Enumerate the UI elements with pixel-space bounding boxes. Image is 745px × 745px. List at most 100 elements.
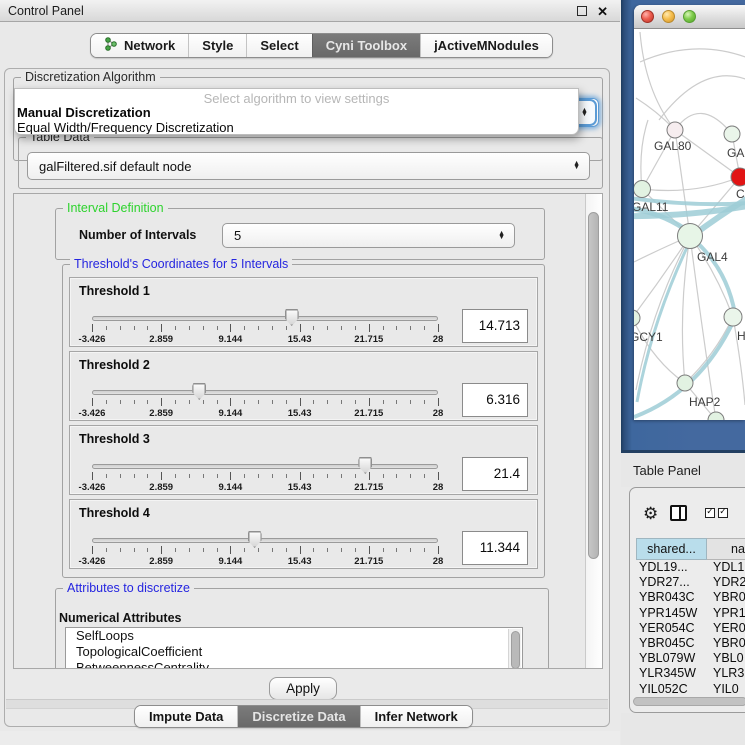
table-row[interactable]: YBR045C YBR0: [636, 636, 745, 651]
tab-infer-network[interactable]: Infer Network: [360, 706, 472, 727]
table-row[interactable]: YLR345W YLR3: [636, 666, 745, 681]
slider-tick-labels: -3.4262.8599.14415.4321.71528: [92, 408, 438, 419]
zoom-traffic-light[interactable]: [683, 10, 696, 23]
table-row[interactable]: YBR043C YBR0: [636, 590, 745, 605]
apply-button[interactable]: Apply: [269, 677, 337, 700]
network-node[interactable]: [724, 308, 742, 326]
tick-mark: [424, 474, 425, 478]
dropdown-prompt[interactable]: Select algorithm to view settings: [15, 89, 578, 105]
threshold-slider[interactable]: -3.4262.8599.14415.4321.71528: [92, 532, 438, 568]
threshold-value-field[interactable]: 21.4: [462, 457, 528, 491]
table-row[interactable]: YBL079W YBL0: [636, 651, 745, 666]
tab-discretize-data[interactable]: Discretize Data: [237, 706, 359, 727]
tick-mark: [369, 324, 370, 332]
minimize-traffic-light[interactable]: [662, 10, 675, 23]
panel-title: Control Panel: [0, 4, 84, 18]
table-row[interactable]: YDL19... YDL1: [636, 560, 745, 575]
tab-network[interactable]: Network: [91, 34, 188, 57]
network-node[interactable]: [634, 181, 651, 198]
network-edge[interactable]: [675, 113, 732, 134]
column-header-name[interactable]: na: [707, 538, 745, 560]
cell-name: YLR3: [707, 666, 745, 681]
network-edge[interactable]: [690, 236, 733, 317]
table-row[interactable]: YPR145W YPR1: [636, 606, 745, 621]
dropdown-option-equal-width[interactable]: Equal Width/Frequency Discretization: [15, 120, 578, 135]
column-header-shared[interactable]: shared...: [636, 538, 707, 560]
tick-mark: [230, 472, 231, 480]
list-scrollbar[interactable]: [508, 629, 521, 669]
group-label: Interval Definition: [63, 201, 168, 215]
network-node[interactable]: [724, 126, 740, 142]
tab-impute-data[interactable]: Impute Data: [135, 706, 237, 727]
network-canvas[interactable]: GAL80GACGAL11GAL4GCY1HHAP2: [634, 29, 745, 420]
threshold-panel: Threshold 1 -3.4262.8599.14415.4321.7152…: [69, 277, 538, 347]
cyni-toolbox-panel: Discretization Algorithm ▲▼ Select algor…: [4, 68, 610, 727]
table-row[interactable]: YIL052C YIL0: [636, 682, 745, 696]
split-columns-icon[interactable]: [670, 505, 687, 521]
tick-mark: [327, 474, 328, 478]
tick-label: -3.426: [79, 408, 106, 419]
network-node[interactable]: [731, 168, 745, 186]
number-of-intervals-spinner[interactable]: 5 ▲▼: [222, 223, 515, 248]
network-edge[interactable]: [642, 177, 740, 191]
threshold-slider[interactable]: -3.4262.8599.14415.4321.71528: [92, 310, 438, 346]
threshold-value-field[interactable]: 6.316: [462, 383, 528, 417]
tick-mark: [161, 324, 162, 332]
table-row[interactable]: YER054C YER0: [636, 621, 745, 636]
slider-track[interactable]: [92, 390, 438, 395]
scrollbar-thumb[interactable]: [511, 631, 520, 669]
tick-mark: [286, 474, 287, 478]
dropdown-option-manual[interactable]: Manual Discretization: [15, 105, 578, 120]
tick-mark: [120, 474, 121, 478]
checkbox-icon[interactable]: [718, 508, 728, 518]
slider-track[interactable]: [92, 316, 438, 321]
cell-shared-name: YPR145W: [636, 606, 707, 621]
table-row[interactable]: YDR27... YDR2: [636, 575, 745, 590]
vertical-scrollbar[interactable]: [585, 194, 602, 668]
threshold-value-field[interactable]: 14.713: [462, 309, 528, 343]
tick-mark: [217, 400, 218, 404]
checkbox-icon[interactable]: [705, 508, 715, 518]
threshold-slider[interactable]: -3.4262.8599.14415.4321.71528: [92, 384, 438, 420]
tick-mark: [106, 326, 107, 330]
threshold-slider[interactable]: -3.4262.8599.14415.4321.71528: [92, 458, 438, 494]
bottom-tabstrip: Impute Data Discretize Data Infer Networ…: [134, 705, 473, 728]
network-node[interactable]: [677, 375, 693, 391]
tick-label: 21.715: [354, 408, 383, 419]
attribute-list-item[interactable]: BetweennessCentrality: [66, 660, 522, 669]
threshold-value-field[interactable]: 11.344: [462, 531, 528, 565]
scrollbar-thumb[interactable]: [588, 212, 599, 559]
network-node[interactable]: [634, 310, 640, 326]
float-window-icon[interactable]: [577, 6, 587, 16]
close-icon[interactable]: ✕: [597, 5, 608, 18]
cell-shared-name: YBL079W: [636, 651, 707, 666]
network-edge[interactable]: [640, 32, 675, 130]
tick-mark: [355, 548, 356, 552]
scrollbar-thumb[interactable]: [633, 697, 745, 706]
network-edge[interactable]: [641, 120, 648, 189]
gear-icon[interactable]: ⚙: [643, 505, 658, 522]
attribute-list-item[interactable]: TopologicalCoefficient: [66, 644, 522, 660]
network-edge[interactable]: [640, 49, 745, 62]
tab-style[interactable]: Style: [188, 34, 246, 57]
tick-mark: [383, 400, 384, 404]
tick-mark: [300, 324, 301, 332]
network-node[interactable]: [667, 122, 683, 138]
network-node[interactable]: [678, 224, 703, 249]
tab-cyni-toolbox[interactable]: Cyni Toolbox: [312, 34, 420, 57]
tick-label: 28: [433, 334, 444, 345]
table-data-combobox[interactable]: galFiltered.sif default node ▲▼: [27, 152, 590, 180]
slider-track[interactable]: [92, 538, 438, 543]
horizontal-scrollbar[interactable]: [633, 697, 745, 706]
tick-mark: [258, 326, 259, 330]
numerical-attributes-list[interactable]: SelfLoopsTopologicalCoefficientBetweenne…: [65, 627, 523, 669]
slider-track[interactable]: [92, 464, 438, 469]
tab-select[interactable]: Select: [246, 34, 311, 57]
group-label: Attributes to discretize: [63, 581, 194, 595]
tick-label: 2.859: [149, 482, 173, 493]
network-node-label: GAL4: [697, 250, 728, 264]
tab-jactivemnodules[interactable]: jActiveMNodules: [420, 34, 552, 57]
close-traffic-light[interactable]: [641, 10, 654, 23]
tick-mark: [217, 548, 218, 552]
attribute-list-item[interactable]: SelfLoops: [66, 628, 522, 644]
